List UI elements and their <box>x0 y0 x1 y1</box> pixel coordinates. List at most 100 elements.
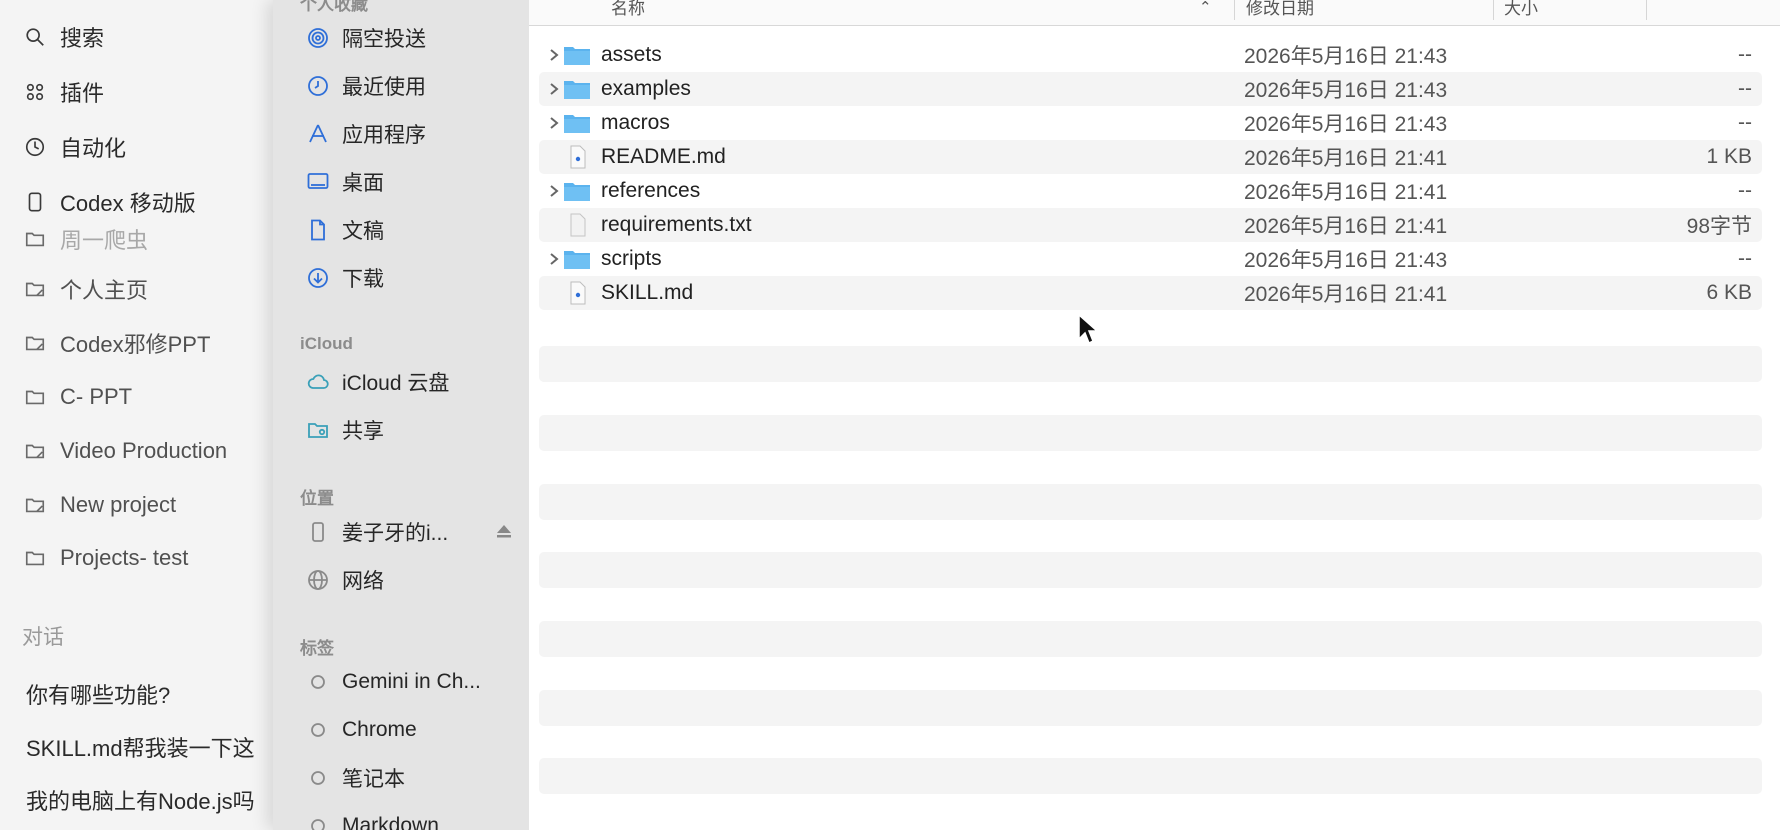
tag-circle-icon <box>306 814 330 830</box>
file-row-macros[interactable]: macros 2026年5月16日 21:43 -- <box>539 106 1762 140</box>
project-item-projects-test[interactable]: Projects- test <box>24 541 273 575</box>
file-row-skill[interactable]: SKILL.md 2026年5月16日 21:41 6 KB <box>539 276 1762 310</box>
shared-folder-icon <box>306 418 330 442</box>
file-list: 名称 ⌃ 修改日期 大小 assets 2026年5月16日 21:43 -- … <box>529 0 1780 830</box>
sidebar-item-downloads[interactable]: 下载 <box>306 262 526 294</box>
app-sidebar: 搜索 插件 自动化 Codex 移动版 周一爬虫 个人主页 Codex邪修PPT… <box>0 0 273 830</box>
disclosure-chevron-icon[interactable] <box>547 82 561 96</box>
file-row-scripts[interactable]: scripts 2026年5月16日 21:43 -- <box>539 242 1762 276</box>
project-item-homepage[interactable]: 个人主页 <box>24 272 273 306</box>
column-header-size[interactable]: 大小 <box>1504 0 1538 19</box>
project-label: Projects- test <box>60 545 189 570</box>
project-label: 个人主页 <box>60 278 149 303</box>
nav-label: 自动化 <box>60 136 127 161</box>
plugins-icon <box>24 81 46 103</box>
conversation-item[interactable]: 我的电脑上有Node.js吗 <box>26 784 255 816</box>
sort-chevron-icon[interactable]: ⌃ <box>1199 0 1212 16</box>
sidebar-item-documents[interactable]: 文稿 <box>306 214 526 246</box>
file-row-requirements[interactable]: requirements.txt 2026年5月16日 21:41 98字节 <box>539 208 1762 242</box>
sidebar-item-airdrop[interactable]: 隔空投送 <box>306 22 526 54</box>
folder-icon <box>24 440 46 462</box>
folder-icon <box>24 494 46 516</box>
disclosure-chevron-icon[interactable] <box>547 48 561 62</box>
sidebar-item-tag-notebook[interactable]: 笔记本 <box>306 762 526 794</box>
column-header-date[interactable]: 修改日期 <box>1246 0 1314 19</box>
sidebar-item-tag-chrome[interactable]: Chrome <box>306 714 526 746</box>
folder-icon <box>563 111 591 135</box>
column-divider[interactable] <box>1493 0 1494 20</box>
file-name: SKILL.md <box>601 281 694 304</box>
eject-icon[interactable] <box>494 521 514 541</box>
file-date: 2026年5月16日 21:43 <box>1244 79 1448 102</box>
sidebar-item-label: 最近使用 <box>342 76 426 99</box>
file-name: examples <box>601 77 691 100</box>
tags-section-title: 标签 <box>300 639 334 658</box>
sidebar-item-desktop[interactable]: 桌面 <box>306 166 526 198</box>
project-item-weekly-crawler[interactable]: 周一爬虫 <box>24 222 273 256</box>
sidebar-item-icloud-drive[interactable]: iCloud 云盘 <box>306 366 526 398</box>
sidebar-item-label: 共享 <box>342 420 384 443</box>
file-row-readme[interactable]: README.md 2026年5月16日 21:41 1 KB <box>539 140 1762 174</box>
conversation-item[interactable]: SKILL.md帮我装一下这 <box>26 731 255 763</box>
empty-row <box>539 758 1762 794</box>
project-item-codex-ppt[interactable]: Codex邪修PPT <box>24 326 273 360</box>
folder-icon <box>563 43 591 67</box>
sidebar-item-tag-gemini[interactable]: Gemini in Ch... <box>306 666 526 698</box>
conversation-item[interactable]: 你有哪些功能? <box>26 678 170 710</box>
icloud-section-title: iCloud <box>300 334 353 353</box>
file-row-references[interactable]: references 2026年5月16日 21:41 -- <box>539 174 1762 208</box>
sidebar-item-applications[interactable]: 应用程序 <box>306 118 526 150</box>
project-label: 周一爬虫 <box>60 228 149 253</box>
iphone-icon <box>306 520 330 544</box>
file-size: -- <box>1738 179 1752 202</box>
applications-icon <box>306 122 330 146</box>
project-label: Codex邪修PPT <box>60 332 211 357</box>
column-divider[interactable] <box>1234 0 1235 20</box>
empty-row <box>539 621 1762 657</box>
conversations-section-title: 对话 <box>22 626 64 649</box>
disclosure-chevron-icon[interactable] <box>547 116 561 130</box>
sidebar-item-network[interactable]: 网络 <box>306 564 526 596</box>
markdown-file-icon <box>563 281 591 305</box>
sidebar-item-label: Chrome <box>342 718 417 741</box>
file-size: -- <box>1738 43 1752 66</box>
file-size: -- <box>1738 77 1752 100</box>
project-item-c-ppt[interactable]: C- PPT <box>24 380 273 414</box>
disclosure-chevron-icon[interactable] <box>547 184 561 198</box>
file-row-assets[interactable]: assets 2026年5月16日 21:43 -- <box>539 38 1762 72</box>
cloud-icon <box>306 370 330 394</box>
sidebar-item-label: 姜子牙的i... <box>342 522 449 545</box>
file-name: scripts <box>601 247 662 270</box>
nav-search[interactable]: 搜索 <box>24 20 273 54</box>
disclosure-chevron-icon[interactable] <box>547 252 561 266</box>
column-divider[interactable] <box>1646 0 1647 20</box>
sidebar-item-recents[interactable]: 最近使用 <box>306 70 526 102</box>
file-row-examples[interactable]: examples 2026年5月16日 21:43 -- <box>539 72 1762 106</box>
nav-label: 插件 <box>60 81 105 106</box>
sidebar-item-label: 桌面 <box>342 172 384 195</box>
sidebar-item-shared[interactable]: 共享 <box>306 414 526 446</box>
nav-codex-mobile[interactable]: Codex 移动版 <box>24 185 273 219</box>
phone-icon <box>24 191 46 213</box>
column-header: 名称 ⌃ 修改日期 大小 <box>529 0 1780 26</box>
sidebar-item-label: 文稿 <box>342 220 384 243</box>
nav-automation[interactable]: 自动化 <box>24 130 273 164</box>
file-size: 1 KB <box>1706 145 1752 168</box>
file-size: 98字节 <box>1686 215 1752 238</box>
column-header-name[interactable]: 名称 <box>611 0 645 19</box>
folder-icon <box>24 547 46 569</box>
nav-plugins[interactable]: 插件 <box>24 75 273 109</box>
recents-icon <box>306 74 330 98</box>
sidebar-item-iphone[interactable]: 姜子牙的i... <box>306 516 526 548</box>
tag-circle-icon <box>306 718 330 742</box>
mouse-cursor-icon <box>1078 313 1099 345</box>
file-name: requirements.txt <box>601 213 752 236</box>
markdown-file-icon <box>563 145 591 169</box>
project-item-new-project[interactable]: New project <box>24 488 273 522</box>
sidebar-item-tag-markdown[interactable]: Markdown <box>306 810 526 830</box>
desktop-icon <box>306 170 330 194</box>
clock-icon <box>24 136 46 158</box>
network-icon <box>306 568 330 592</box>
project-item-video-production[interactable]: Video Production <box>24 434 273 468</box>
file-date: 2026年5月16日 21:43 <box>1244 113 1448 136</box>
